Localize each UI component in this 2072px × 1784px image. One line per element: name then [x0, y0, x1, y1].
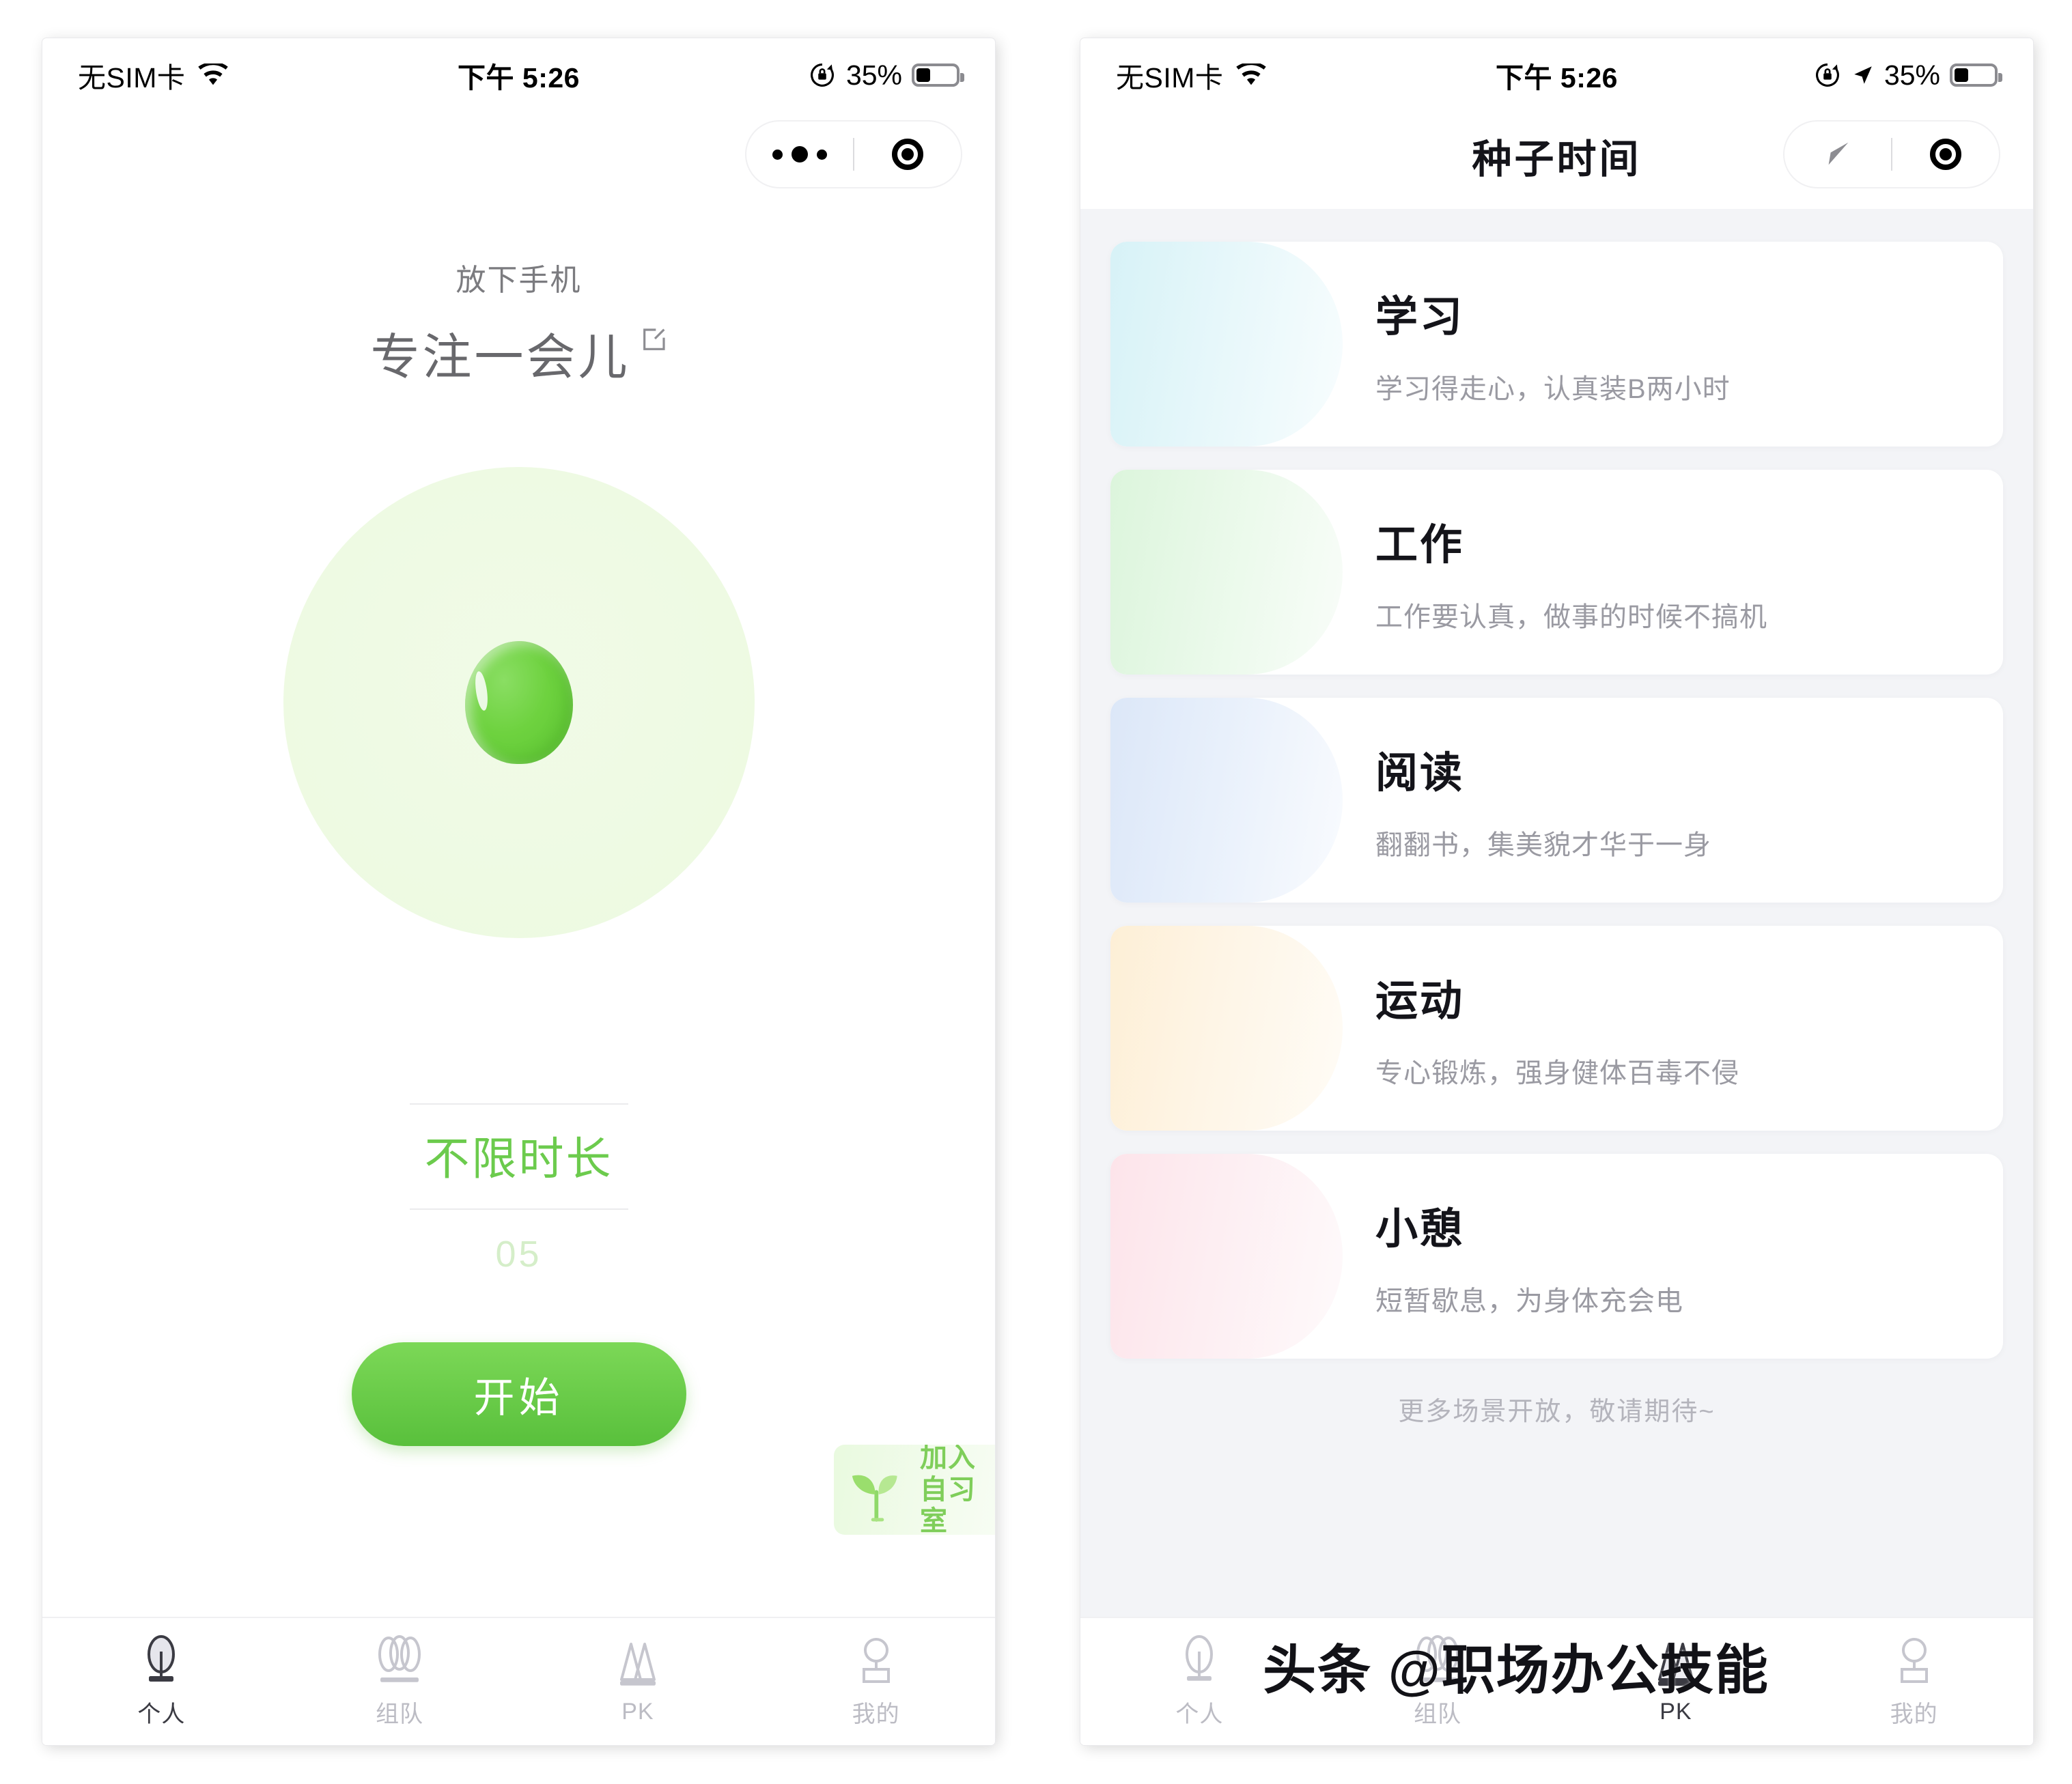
- scene-tint-study: [1110, 242, 1343, 447]
- wifi-icon: [1236, 63, 1267, 85]
- person-icon: [1900, 1637, 1928, 1683]
- scene-desc: 短暂歇息，为身体充会电: [1375, 1286, 1683, 1316]
- scene-desc: 翻翻书，集美貌才华于一身: [1375, 830, 1711, 860]
- scene-tint-work: [1110, 470, 1343, 675]
- join-study-room-badge[interactable]: 加入 自习室: [834, 1445, 995, 1535]
- carrier-label-2: 无SIM卡: [1116, 62, 1224, 94]
- location-arrow-icon: [1854, 66, 1872, 84]
- page-title: 种子时间: [1472, 137, 1642, 182]
- scene-name: 工作: [1375, 522, 1465, 569]
- single-tree-icon: [1186, 1634, 1214, 1681]
- duration-next-value: 05: [495, 1234, 542, 1275]
- scene-card-reading[interactable]: 阅读 翻翻书，集美貌才华于一身: [1110, 698, 2003, 903]
- three-trees-icon: [378, 1634, 421, 1682]
- tab-personal-2[interactable]: 个人: [1080, 1634, 1319, 1729]
- status-bar-right-group-2: 35%: [1813, 59, 2002, 91]
- carrier-label: 无SIM卡: [78, 62, 186, 94]
- single-tree-icon: [148, 1634, 176, 1682]
- start-button[interactable]: 开始: [351, 1342, 686, 1446]
- scene-tint-exercise: [1110, 926, 1343, 1131]
- scene-text-exercise: 运动 专心锻炼，强身健体百毒不侵: [1375, 926, 1739, 1131]
- tab-pk-label-2: PK: [1660, 1698, 1692, 1725]
- focus-header: 放下手机 专注一会儿: [42, 255, 995, 388]
- scene-name: 学习: [1375, 294, 1465, 341]
- scene-card-rest[interactable]: 小憩 短暂歇息，为身体充会电: [1110, 1154, 2003, 1359]
- tab-team-label-2: 组队: [1414, 1701, 1462, 1727]
- tab-personal-label: 个人: [137, 1701, 186, 1727]
- join-badge-line1: 加入: [920, 1445, 976, 1473]
- target-circle-icon: [892, 139, 923, 170]
- tab-team-2[interactable]: 组队: [1319, 1634, 1557, 1729]
- screenshot-stage: 无SIM卡 下午 5:26 35% 放下手机 专注一会儿 不限时长 05 开始 …: [0, 0, 2072, 1784]
- two-pines-icon: [1657, 1642, 1694, 1686]
- scene-card-study[interactable]: 学习 学习得走心，认真装B两小时: [1110, 242, 2003, 447]
- three-trees-icon: [1416, 1634, 1459, 1682]
- more-dots-icon: [772, 146, 827, 162]
- scene-name: 阅读: [1375, 750, 1465, 797]
- tab-personal[interactable]: 个人: [42, 1634, 281, 1729]
- scene-name: 小憩: [1375, 1206, 1465, 1253]
- scene-desc: 专心锻炼，强身健体百毒不侵: [1375, 1058, 1739, 1088]
- focus-subtitle: 放下手机: [456, 264, 582, 297]
- tab-bar-left: 个人 组队 PK 我的: [42, 1617, 995, 1745]
- battery-percent-label: 35%: [845, 59, 902, 91]
- focus-title: 专注一会儿: [370, 330, 630, 385]
- join-badge-line2: 自习室: [920, 1474, 976, 1535]
- person-icon: [862, 1637, 890, 1683]
- scene-desc: 工作要认真，做事的时候不搞机: [1375, 602, 1767, 632]
- tab-mine[interactable]: 我的: [757, 1635, 995, 1729]
- tab-mine-2[interactable]: 我的: [1795, 1635, 2033, 1729]
- edit-square-icon[interactable]: [640, 326, 667, 354]
- tab-team[interactable]: 组队: [281, 1634, 519, 1729]
- scene-desc: 学习得走心，认真装B两小时: [1375, 374, 1731, 404]
- miniprogram-capsule-left[interactable]: [745, 120, 962, 188]
- join-badge-text: 加入 自习室: [920, 1445, 995, 1535]
- scene-name: 运动: [1375, 978, 1465, 1025]
- scene-text-study: 学习 学习得走心，认真装B两小时: [1375, 242, 1731, 447]
- tab-pk-label: PK: [621, 1698, 654, 1725]
- tab-pk-2[interactable]: PK: [1557, 1639, 1795, 1725]
- focus-title-row[interactable]: 专注一会儿: [42, 317, 995, 388]
- wifi-icon: [198, 63, 229, 85]
- right-phone-screen: 无SIM卡 下午 5:26 35% 种子时间 学习 学习得走心，认真装B两小时 …: [1080, 38, 2033, 1745]
- status-bar-right-group: 35%: [808, 59, 964, 91]
- rotation-lock-icon: [811, 63, 834, 87]
- tab-mine-label-2: 我的: [1890, 1701, 1938, 1727]
- scene-card-work[interactable]: 工作 工作要认真，做事的时候不搞机: [1110, 470, 2003, 675]
- scene-tint-reading: [1110, 698, 1343, 903]
- tab-bar-right: 个人 组队 PK 我的: [1080, 1617, 2033, 1745]
- two-pines-icon: [619, 1642, 656, 1686]
- scene-card-exercise[interactable]: 运动 专心锻炼，强身健体百毒不侵: [1110, 926, 2003, 1131]
- sprout-icon: [852, 1475, 897, 1522]
- scene-text-reading: 阅读 翻翻书，集美貌才华于一身: [1375, 698, 1711, 903]
- green-bean-seed-icon: [464, 641, 573, 764]
- battery-icon: [912, 63, 964, 87]
- status-bar-left-group-2: 无SIM卡: [1116, 55, 1267, 96]
- tab-team-label: 组队: [376, 1701, 424, 1727]
- tab-pk[interactable]: PK: [519, 1639, 757, 1725]
- rotation-lock-icon: [1816, 63, 1839, 87]
- scene-tint-rest: [1110, 1154, 1343, 1359]
- tab-personal-label-2: 个人: [1175, 1701, 1224, 1727]
- status-bar-left-group: 无SIM卡: [78, 55, 229, 96]
- scene-text-rest: 小憩 短暂歇息，为身体充会电: [1375, 1154, 1683, 1359]
- left-phone-screen: 无SIM卡 下午 5:26 35% 放下手机 专注一会儿 不限时长 05 开始 …: [42, 38, 995, 1745]
- duration-selected-value: 不限时长: [424, 1133, 613, 1184]
- close-miniprogram-button[interactable]: [854, 122, 961, 187]
- status-bar-right: 无SIM卡 下午 5:26 35%: [1080, 38, 2033, 112]
- battery-icon: [1950, 63, 2002, 87]
- scene-text-work: 工作 工作要认真，做事的时候不搞机: [1375, 470, 1767, 675]
- duration-picker[interactable]: 不限时长 05: [409, 1103, 628, 1275]
- more-menu-button[interactable]: [746, 122, 853, 187]
- battery-percent-label-2: 35%: [1884, 59, 1940, 91]
- seed-circle[interactable]: [283, 467, 755, 938]
- tab-mine-label: 我的: [852, 1701, 900, 1727]
- scene-list: 学习 学习得走心，认真装B两小时 工作 工作要认真，做事的时候不搞机 阅读 翻翻…: [1080, 209, 2033, 1617]
- more-scenes-note: 更多场景开放，敬请期待~: [1398, 1398, 1716, 1426]
- status-bar-left: 无SIM卡 下午 5:26 35%: [42, 38, 995, 112]
